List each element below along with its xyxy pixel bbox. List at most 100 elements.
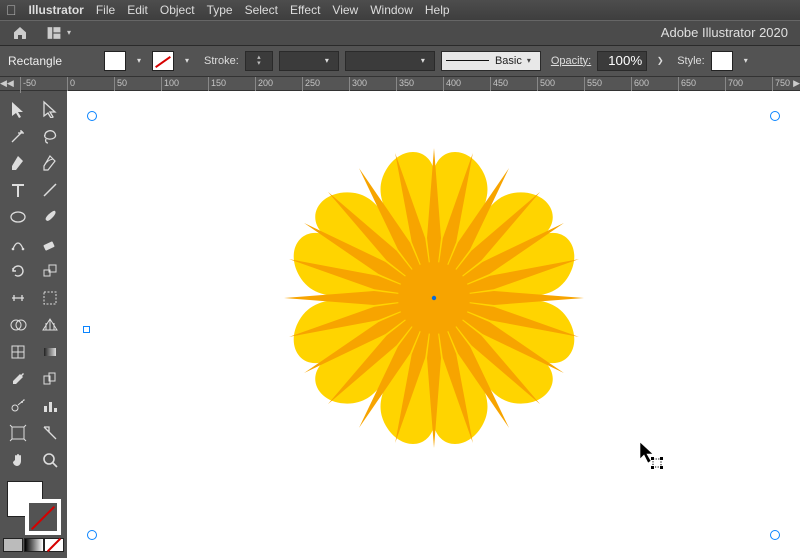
stroke-weight-field[interactable]: ▾ xyxy=(279,51,339,71)
stroke-swatch[interactable] xyxy=(152,51,174,71)
selection-tool[interactable] xyxy=(3,97,32,121)
horizontal-ruler[interactable]: ◀◀ ▶ -5005010015020025030035040045050055… xyxy=(0,77,800,92)
menu-type[interactable]: Type xyxy=(207,3,233,17)
lasso-tool[interactable] xyxy=(35,124,64,148)
curvature-icon xyxy=(41,154,59,172)
menu-effect[interactable]: Effect xyxy=(290,3,320,17)
tab-scroll-right-icon[interactable]: ▶ xyxy=(793,78,800,89)
gradient-tool[interactable] xyxy=(35,340,64,364)
blend-tool[interactable] xyxy=(35,367,64,391)
menu-illustrator[interactable]: Illustrator xyxy=(29,3,84,17)
center-point-icon xyxy=(431,295,435,299)
magic-wand-tool[interactable] xyxy=(3,124,32,148)
apple-menu-icon[interactable]:  xyxy=(6,2,17,18)
zoom-icon xyxy=(41,451,59,469)
variable-width-profile[interactable]: ▾ xyxy=(345,51,435,71)
ruler-tick-label: 50 xyxy=(117,78,127,88)
slice-tool[interactable] xyxy=(35,421,64,445)
fill-stroke-indicator[interactable] xyxy=(3,481,64,533)
artboard[interactable] xyxy=(77,103,790,548)
menu-view[interactable]: View xyxy=(332,3,358,17)
shape-builder-tool[interactable] xyxy=(3,313,32,337)
workspace-switcher[interactable]: ▾ xyxy=(44,21,72,45)
symbol-sprayer-tool[interactable] xyxy=(3,394,32,418)
bbox-handle-tl[interactable] xyxy=(87,111,97,121)
curvature-tool[interactable] xyxy=(35,151,64,175)
bbox-handle-br[interactable] xyxy=(770,530,780,540)
pen-tool[interactable] xyxy=(3,151,32,175)
width-tool[interactable] xyxy=(3,286,32,310)
type-icon xyxy=(9,181,27,199)
ruler-tick-label: 550 xyxy=(587,78,602,88)
graphic-styles-expand-icon[interactable]: ❯ xyxy=(653,51,667,71)
blend-icon xyxy=(41,370,59,388)
eyedropper-icon xyxy=(9,370,27,388)
eyedropper-tool[interactable] xyxy=(3,367,32,391)
stroke-indicator[interactable] xyxy=(25,499,61,535)
free-transform-tool[interactable] xyxy=(35,286,64,310)
paintbrush-icon xyxy=(41,208,59,226)
tab-scroll-left-icon[interactable]: ◀◀ xyxy=(0,78,14,89)
menu-file[interactable]: File xyxy=(96,3,115,17)
shaper-tool[interactable] xyxy=(3,232,32,256)
bbox-handle-tr[interactable] xyxy=(770,111,780,121)
bbox-handle-ml[interactable] xyxy=(83,326,90,333)
mesh-tool[interactable] xyxy=(3,340,32,364)
rotate-tool[interactable] xyxy=(3,259,32,283)
tools-panel xyxy=(0,91,67,558)
column-graph-tool[interactable] xyxy=(35,394,64,418)
menu-object[interactable]: Object xyxy=(160,3,195,17)
magic-wand-icon xyxy=(9,127,27,145)
opacity-label[interactable]: Opacity: xyxy=(551,55,591,67)
selection-type-label: Rectangle xyxy=(8,54,98,68)
menu-window[interactable]: Window xyxy=(370,3,413,17)
opacity-field[interactable] xyxy=(597,51,647,71)
free-transform-icon xyxy=(41,289,59,307)
brush-definition[interactable]: Basic ▾ xyxy=(441,51,541,71)
menu-select[interactable]: Select xyxy=(245,3,278,17)
eraser-tool[interactable] xyxy=(35,232,64,256)
stroke-dropdown-icon[interactable]: ▾ xyxy=(180,51,194,71)
perspective-grid-tool[interactable] xyxy=(35,313,64,337)
fill-dropdown-icon[interactable]: ▾ xyxy=(132,51,146,71)
menu-help[interactable]: Help xyxy=(425,3,450,17)
ellipse-tool[interactable] xyxy=(3,205,32,229)
menu-edit[interactable]: Edit xyxy=(127,3,148,17)
scale-tool[interactable] xyxy=(35,259,64,283)
gradient-icon xyxy=(41,343,59,361)
control-bar: Rectangle ▾ ▾ Stroke: ▴▾ ▾ ▾ Basic ▾ Opa… xyxy=(0,46,800,77)
type-tool[interactable] xyxy=(3,178,32,202)
paintbrush-tool[interactable] xyxy=(35,205,64,229)
style-swatch[interactable] xyxy=(711,51,733,71)
canvas[interactable] xyxy=(67,91,800,558)
macos-menubar[interactable]:  Illustrator File Edit Object Type Sele… xyxy=(0,0,800,20)
perspective-grid-icon xyxy=(41,316,59,334)
home-button[interactable] xyxy=(8,21,32,45)
hand-tool[interactable] xyxy=(3,448,32,472)
stroke-weight-stepper[interactable]: ▴▾ xyxy=(245,51,273,71)
ruler-tick-label: 400 xyxy=(446,78,461,88)
artboard-tool[interactable] xyxy=(3,421,32,445)
ruler-tick-label: 350 xyxy=(399,78,414,88)
ruler-tick-label: 700 xyxy=(728,78,743,88)
ellipse-icon xyxy=(9,208,27,226)
opacity-input[interactable] xyxy=(602,53,642,68)
artboard-icon xyxy=(9,424,27,442)
ruler-tick-label: 600 xyxy=(634,78,649,88)
color-mode-gradient[interactable] xyxy=(24,538,44,552)
app-title: Adobe Illustrator 2020 xyxy=(661,25,788,40)
bbox-handle-bl[interactable] xyxy=(87,530,97,540)
zoom-tool[interactable] xyxy=(35,448,64,472)
color-mode-solid[interactable] xyxy=(3,538,23,552)
width-icon xyxy=(9,289,27,307)
brush-label: Basic xyxy=(495,55,522,67)
line-segment-tool[interactable] xyxy=(35,178,64,202)
style-dropdown-icon[interactable]: ▾ xyxy=(739,51,753,71)
shape-builder-icon xyxy=(9,316,27,334)
artwork-flower[interactable] xyxy=(264,128,604,468)
color-mode-none[interactable] xyxy=(44,538,64,552)
direct-selection-tool[interactable] xyxy=(35,97,64,121)
fill-swatch[interactable] xyxy=(104,51,126,71)
ruler-tick-label: 200 xyxy=(258,78,273,88)
mesh-icon xyxy=(9,343,27,361)
